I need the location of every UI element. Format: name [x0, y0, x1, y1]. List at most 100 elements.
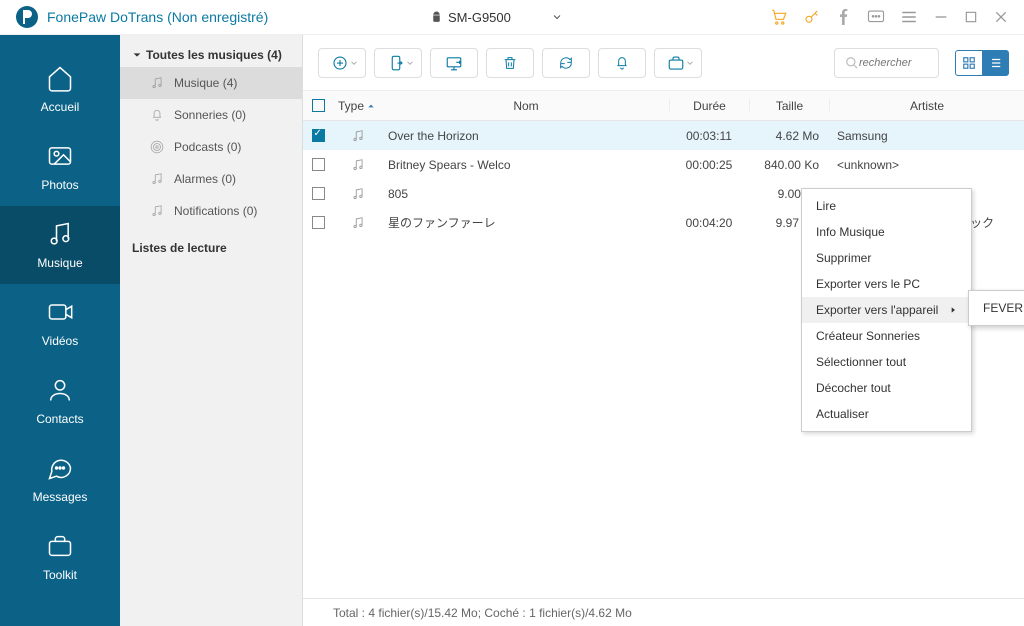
cat-notifications[interactable]: Notifications (0): [120, 195, 302, 227]
ctx-delete[interactable]: Supprimer: [802, 245, 971, 271]
col-taille[interactable]: Taille: [749, 99, 829, 113]
briefcase-icon: [667, 54, 685, 72]
music-small-icon: [150, 172, 164, 186]
ctx-info[interactable]: Info Musique: [802, 219, 971, 245]
ctx-ringtone-maker[interactable]: Créateur Sonneries: [802, 323, 971, 349]
nav-contacts[interactable]: Contacts: [0, 362, 120, 440]
chevron-down-icon: [551, 11, 563, 23]
music-file-icon: [351, 187, 365, 201]
nav-toolkit[interactable]: Toolkit: [0, 518, 120, 596]
chevron-down-icon: [685, 58, 695, 68]
cell-artiste: Samsung: [829, 129, 1024, 143]
messages-icon: [46, 454, 74, 482]
ctx-export-pc[interactable]: Exporter vers le PC: [802, 271, 971, 297]
ctx-refresh[interactable]: Actualiser: [802, 401, 971, 427]
cat-podcasts[interactable]: Podcasts (0): [120, 131, 302, 163]
cell-nom: Over the Horizon: [383, 129, 669, 143]
ctx-play[interactable]: Lire: [802, 193, 971, 219]
cat-alarms[interactable]: Alarmes (0): [120, 163, 302, 195]
category-header[interactable]: Toutes les musiques (4): [120, 43, 302, 67]
key-icon[interactable]: [803, 8, 821, 26]
table-row[interactable]: Britney Spears - Welco 00:00:25 840.00 K…: [303, 150, 1024, 179]
nav-home[interactable]: Accueil: [0, 50, 120, 128]
refresh-button[interactable]: [542, 48, 590, 78]
grid-view-button[interactable]: [956, 51, 982, 75]
ringtone-button[interactable]: [598, 48, 646, 78]
search-input[interactable]: [859, 57, 919, 69]
nav-label: Messages: [33, 490, 88, 504]
minimize-icon[interactable]: [933, 9, 949, 25]
header-tools: [770, 8, 1009, 26]
cat-music[interactable]: Musique (4): [120, 67, 302, 99]
cell-taille: 840.00 Ko: [749, 158, 829, 172]
triangle-down-icon: [132, 50, 142, 60]
table-row[interactable]: Over the Horizon 00:03:11 4.62 Mo Samsun…: [303, 121, 1024, 150]
nav-label: Vidéos: [42, 334, 78, 348]
nav-messages[interactable]: Messages: [0, 440, 120, 518]
facebook-icon[interactable]: [836, 9, 852, 25]
delete-button[interactable]: [486, 48, 534, 78]
cell-duree: 00:04:20: [669, 216, 749, 230]
export-pc-button[interactable]: [430, 48, 478, 78]
app-logo-icon: [15, 5, 39, 29]
context-submenu: FEVER: [968, 290, 1024, 326]
search-icon: [845, 56, 859, 70]
toolbox-button[interactable]: [654, 48, 702, 78]
phone-export-icon: [387, 54, 405, 72]
playlists-header[interactable]: Listes de lecture: [120, 227, 302, 269]
cell-duree: 00:03:11: [669, 129, 749, 143]
col-nom[interactable]: Nom: [383, 99, 669, 113]
row-checkbox[interactable]: [312, 216, 325, 229]
trash-icon: [502, 55, 518, 71]
cell-taille: 4.62 Mo: [749, 129, 829, 143]
music-small-icon: [150, 76, 164, 90]
row-checkbox[interactable]: [312, 129, 325, 142]
bell-icon: [150, 108, 164, 122]
cat-label: Notifications (0): [174, 204, 257, 218]
row-checkbox[interactable]: [312, 187, 325, 200]
col-type[interactable]: Type: [333, 99, 383, 113]
close-icon[interactable]: [993, 9, 1009, 25]
music-file-icon: [351, 216, 365, 230]
maximize-icon[interactable]: [964, 10, 978, 24]
list-icon: [988, 56, 1002, 70]
cart-icon[interactable]: [770, 8, 788, 26]
chevron-down-icon: [405, 58, 415, 68]
nav-label: Accueil: [41, 100, 80, 114]
add-button[interactable]: [318, 48, 366, 78]
nav-music[interactable]: Musique: [0, 206, 120, 284]
cell-duree: 00:00:25: [669, 158, 749, 172]
nav-label: Toolkit: [43, 568, 77, 582]
status-bar: Total : 4 fichier(s)/15.42 Mo; Coché : 1…: [303, 598, 1024, 626]
col-duree[interactable]: Durée: [669, 99, 749, 113]
device-selector[interactable]: SM-G9500: [430, 10, 568, 25]
ctx-export-device[interactable]: Exporter vers l'appareil: [802, 297, 971, 323]
toolbar: [303, 35, 1024, 91]
ctx-deselect-all[interactable]: Décocher tout: [802, 375, 971, 401]
contacts-icon: [46, 376, 74, 404]
nav-videos[interactable]: Vidéos: [0, 284, 120, 362]
nav-label: Photos: [41, 178, 78, 192]
photos-icon: [46, 142, 74, 170]
row-checkbox[interactable]: [312, 158, 325, 171]
plus-circle-icon: [331, 54, 349, 72]
submenu-device-fever[interactable]: FEVER: [969, 295, 1024, 321]
select-all-checkbox[interactable]: [312, 99, 325, 112]
category-header-label: Toutes les musiques (4): [146, 48, 282, 62]
feedback-icon[interactable]: [867, 8, 885, 26]
nav-photos[interactable]: Photos: [0, 128, 120, 206]
cat-ringtones[interactable]: Sonneries (0): [120, 99, 302, 131]
nav-label: Musique: [37, 256, 82, 270]
ctx-select-all[interactable]: Sélectionner tout: [802, 349, 971, 375]
cat-label: Musique (4): [174, 76, 237, 90]
toolkit-icon: [46, 532, 74, 560]
cat-label: Sonneries (0): [174, 108, 246, 122]
android-icon: [430, 11, 443, 24]
export-device-button[interactable]: [374, 48, 422, 78]
search-box[interactable]: [834, 48, 939, 78]
cat-label: Podcasts (0): [174, 140, 241, 154]
context-menu: Lire Info Musique Supprimer Exporter ver…: [801, 188, 972, 432]
menu-icon[interactable]: [900, 8, 918, 26]
list-view-button[interactable]: [982, 51, 1008, 75]
col-artiste[interactable]: Artiste: [829, 99, 1024, 113]
